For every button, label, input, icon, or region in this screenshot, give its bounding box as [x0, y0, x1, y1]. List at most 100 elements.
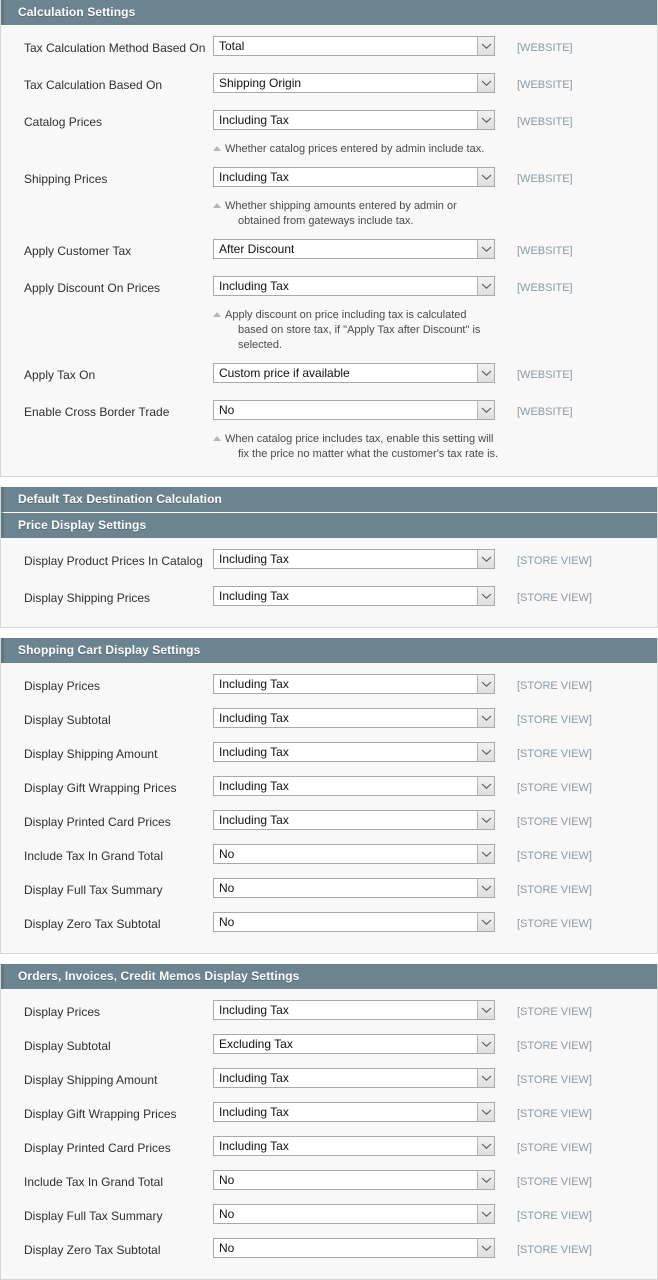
select-arrow-icon[interactable]: [477, 743, 494, 761]
panel-body: Tax Calculation Method Based On Total [WEB…: [1, 25, 657, 476]
select-display-full-tax-summary[interactable]: No: [213, 878, 495, 898]
select-arrow-icon[interactable]: [477, 1103, 494, 1121]
select-arrow-icon[interactable]: [477, 845, 494, 863]
field-label: Display Full Tax Summary: [24, 883, 163, 897]
field-row: Apply Customer Tax After Discount [WEBSITE…: [1, 239, 657, 268]
chevron-down-icon: [481, 1041, 491, 1047]
hint-line: based on store tax, if "Apply Tax after …: [238, 324, 481, 336]
field-label: Catalog Prices: [24, 115, 103, 129]
select-display-full-tax-summary[interactable]: No: [213, 1204, 495, 1224]
select-display-printed-card-prices[interactable]: Including Tax: [213, 1136, 495, 1156]
scope-label: [STORE VIEW]: [517, 782, 592, 794]
field-row: Display Shipping Amount Including Tax [STO…: [1, 742, 657, 771]
select-arrow-icon[interactable]: [477, 587, 494, 605]
select-value: After Discount: [219, 242, 295, 256]
field-label: Apply Tax On: [24, 368, 96, 382]
select-apply-discount-on-prices[interactable]: Including Tax: [213, 276, 495, 296]
select-tax-calculation-method-based-on[interactable]: Total: [213, 36, 495, 56]
select-display-subtotal[interactable]: Excluding Tax: [213, 1034, 495, 1054]
row-spacer: [1, 65, 657, 73]
select-display-product-prices-in-catalog[interactable]: Including Tax: [213, 549, 495, 569]
field-control: Including Tax: [213, 810, 495, 830]
select-arrow-icon[interactable]: [477, 1035, 494, 1053]
field-row: Display Shipping Amount Including Tax [STO…: [1, 1068, 657, 1097]
field-label: Display Printed Card Prices: [24, 815, 171, 829]
select-display-zero-tax-subtotal[interactable]: No: [213, 1238, 495, 1258]
select-apply-tax-on[interactable]: Custom price if available: [213, 363, 495, 383]
select-include-tax-in-grand-total[interactable]: No: [213, 1170, 495, 1190]
select-arrow-icon[interactable]: [477, 277, 494, 295]
chevron-down-icon: [481, 370, 491, 376]
select-arrow-icon[interactable]: [477, 111, 494, 129]
select-value: No: [219, 915, 235, 929]
field-row: Display Gift Wrapping Prices Including Ta…: [1, 776, 657, 805]
hint-body: When catalog price includes tax, enable …: [213, 432, 513, 462]
scope-label: [STORE VIEW]: [517, 850, 592, 862]
field-row: Display Zero Tax Subtotal No [STORE VIEW]: [1, 912, 657, 941]
select-arrow-icon[interactable]: [477, 74, 494, 92]
select-include-tax-in-grand-total[interactable]: No: [213, 844, 495, 864]
select-arrow-icon[interactable]: [477, 168, 494, 186]
field-label: Display Prices: [24, 679, 101, 693]
chevron-down-icon: [481, 1211, 491, 1217]
section-header-price-display-settings[interactable]: Price Display Settings: [1, 512, 657, 538]
select-arrow-icon[interactable]: [477, 1205, 494, 1223]
field-control: Including Tax: [213, 549, 495, 569]
select-display-printed-card-prices[interactable]: Including Tax: [213, 810, 495, 830]
field-label: Display Subtotal: [24, 1039, 111, 1053]
field-label: Tax Calculation Based On: [24, 78, 163, 92]
select-arrow-icon[interactable]: [477, 1239, 494, 1257]
select-arrow-icon[interactable]: [477, 37, 494, 55]
section-header-default-tax-destination-calculation[interactable]: Default Tax Destination Calculation: [1, 487, 657, 512]
select-arrow-icon[interactable]: [477, 550, 494, 568]
select-display-prices[interactable]: Including Tax: [213, 674, 495, 694]
row-spacer: [1, 355, 657, 363]
section-header-orders-invoices-credit-memos-display-settings[interactable]: Orders, Invoices, Credit Memos Display S…: [1, 964, 657, 989]
field-label: Apply Discount On Prices: [24, 281, 161, 295]
select-arrow-icon[interactable]: [477, 1069, 494, 1087]
field-row: Enable Cross Border Trade No [WEBSITE]: [1, 400, 657, 429]
select-value: Including Tax: [219, 745, 289, 759]
select-arrow-icon[interactable]: [477, 240, 494, 258]
select-arrow-icon[interactable]: [477, 401, 494, 419]
hint-body: Whether catalog prices entered by admin …: [213, 142, 513, 157]
select-display-shipping-amount[interactable]: Including Tax: [213, 742, 495, 762]
field-control: Including Tax: [213, 167, 495, 187]
scope-label: [STORE VIEW]: [517, 1108, 592, 1120]
select-tax-calculation-based-on[interactable]: Shipping Origin: [213, 73, 495, 93]
select-arrow-icon[interactable]: [477, 1001, 494, 1019]
select-apply-customer-tax[interactable]: After Discount: [213, 239, 495, 259]
select-value: Including Tax: [219, 170, 289, 184]
hint-line: obtained from gateways include tax.: [238, 215, 414, 227]
hint-triangle-icon: [213, 436, 221, 441]
select-display-subtotal[interactable]: Including Tax: [213, 708, 495, 728]
select-display-shipping-amount[interactable]: Including Tax: [213, 1068, 495, 1088]
scope-label: [WEBSITE]: [517, 245, 573, 257]
field-row: Display Full Tax Summary No [STORE VIEW]: [1, 878, 657, 907]
select-arrow-icon[interactable]: [477, 1171, 494, 1189]
select-shipping-prices[interactable]: Including Tax: [213, 167, 495, 187]
section-header-shopping-cart-display-settings[interactable]: Shopping Cart Display Settings: [1, 638, 657, 663]
select-arrow-icon[interactable]: [477, 913, 494, 931]
select-display-gift-wrapping-prices[interactable]: Including Tax: [213, 776, 495, 796]
select-display-shipping-prices[interactable]: Including Tax: [213, 586, 495, 606]
select-arrow-icon[interactable]: [477, 811, 494, 829]
select-arrow-icon[interactable]: [477, 777, 494, 795]
chevron-down-icon: [481, 556, 491, 562]
select-value: Including Tax: [219, 677, 289, 691]
field-row: Include Tax In Grand Total No [STORE VIEW]: [1, 1170, 657, 1199]
chevron-down-icon: [481, 885, 491, 891]
select-display-gift-wrapping-prices[interactable]: Including Tax: [213, 1102, 495, 1122]
select-display-zero-tax-subtotal[interactable]: No: [213, 912, 495, 932]
select-arrow-icon[interactable]: [477, 709, 494, 727]
select-value: Including Tax: [219, 779, 289, 793]
select-enable-cross-border-trade[interactable]: No: [213, 400, 495, 420]
select-arrow-icon[interactable]: [477, 879, 494, 897]
select-arrow-icon[interactable]: [477, 1137, 494, 1155]
section-header-calculation-settings[interactable]: Calculation Settings: [1, 0, 657, 25]
select-arrow-icon[interactable]: [477, 364, 494, 382]
scope-label: [WEBSITE]: [517, 369, 573, 381]
select-arrow-icon[interactable]: [477, 675, 494, 693]
select-display-prices[interactable]: Including Tax: [213, 1000, 495, 1020]
select-catalog-prices[interactable]: Including Tax: [213, 110, 495, 130]
